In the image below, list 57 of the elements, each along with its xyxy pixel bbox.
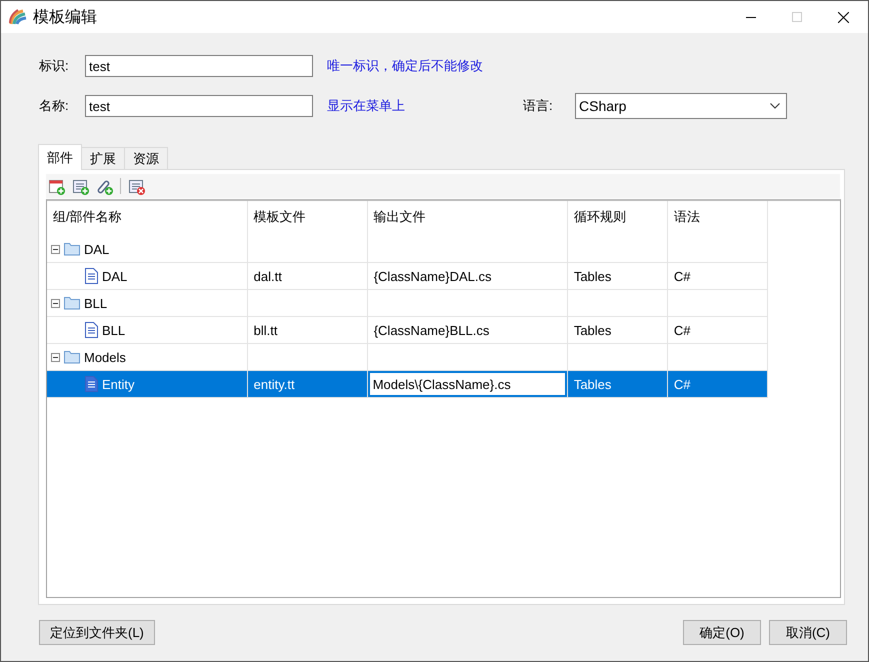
document-icon [85,376,98,392]
language-dropdown[interactable]: CSharp [575,93,787,119]
hint-text: 唯一标识，确定后不能修改 [327,57,484,75]
column-header[interactable]: 语法 [667,201,768,236]
table-cell: bll.tt [247,316,368,344]
window-title: 模板编辑 [33,8,98,28]
table-cell: entity.tt [247,370,368,398]
table-cell: C# [667,370,768,398]
input-field[interactable]: test [85,55,313,77]
collapse-icon[interactable] [51,352,60,362]
table-cell: C# [667,316,768,344]
locate-folder-button[interactable]: 定位到文件夹(L) [39,620,155,645]
table-cell: dal.tt [247,262,368,290]
add-group-icon[interactable] [48,178,65,194]
table-cell: C# [667,262,768,290]
document-icon [85,268,98,284]
delete-item-icon[interactable] [128,178,145,194]
table-cell: Tables [567,316,668,344]
group-name: DAL [84,242,110,256]
field-label: 语言: [523,97,554,115]
document-icon [85,322,98,338]
folder-icon [64,350,80,364]
input-field[interactable]: test [85,95,313,117]
cell-editor-field[interactable]: Models\{ClassName}.cs [368,372,566,396]
folder-icon [64,242,80,256]
column-header[interactable]: 模板文件 [247,201,368,236]
table-cell: Tables [567,370,668,398]
table-cell: Tables [567,262,668,290]
tab[interactable]: 资源 [124,147,168,169]
table-cell: {ClassName}DAL.cs [367,262,568,290]
add-item-icon[interactable] [72,178,89,194]
column-header[interactable]: 组/部件名称 [47,201,248,236]
table-row[interactable]: DAL dal.tt {ClassName}DAL.cs Tables C# [47,262,768,290]
hint-text: 显示在菜单上 [327,97,406,115]
add-link-icon[interactable] [96,178,113,194]
group-name: BLL [84,296,108,310]
folder-icon [64,296,80,310]
table-cell: {ClassName}BLL.cs [367,316,568,344]
cancel-button[interactable]: 取消(C) [769,620,847,645]
field-label: 标识: [39,57,70,75]
table-row[interactable]: BLL bll.tt {ClassName}BLL.cs Tables C# [47,316,768,344]
part-name: DAL [102,268,128,284]
field-label: 名称: [39,97,70,115]
collapse-icon[interactable] [51,298,60,308]
close-icon [838,12,848,22]
column-header[interactable]: 循环规则 [567,201,668,236]
collapse-icon[interactable] [51,244,60,254]
group-name: Models [84,350,126,364]
chevron-down-icon [770,103,780,109]
part-name: Entity [102,376,135,392]
part-name: BLL [102,322,126,338]
table-row[interactable]: Entity entity.tt Models\{ClassName}.cs Tables C# [47,370,768,398]
tab[interactable]: 部件 [38,144,82,170]
column-header[interactable]: 输出文件 [367,201,568,236]
app-logo-icon [9,9,27,25]
maximize-icon [792,12,802,22]
ok-button[interactable]: 确定(O) [683,620,761,645]
